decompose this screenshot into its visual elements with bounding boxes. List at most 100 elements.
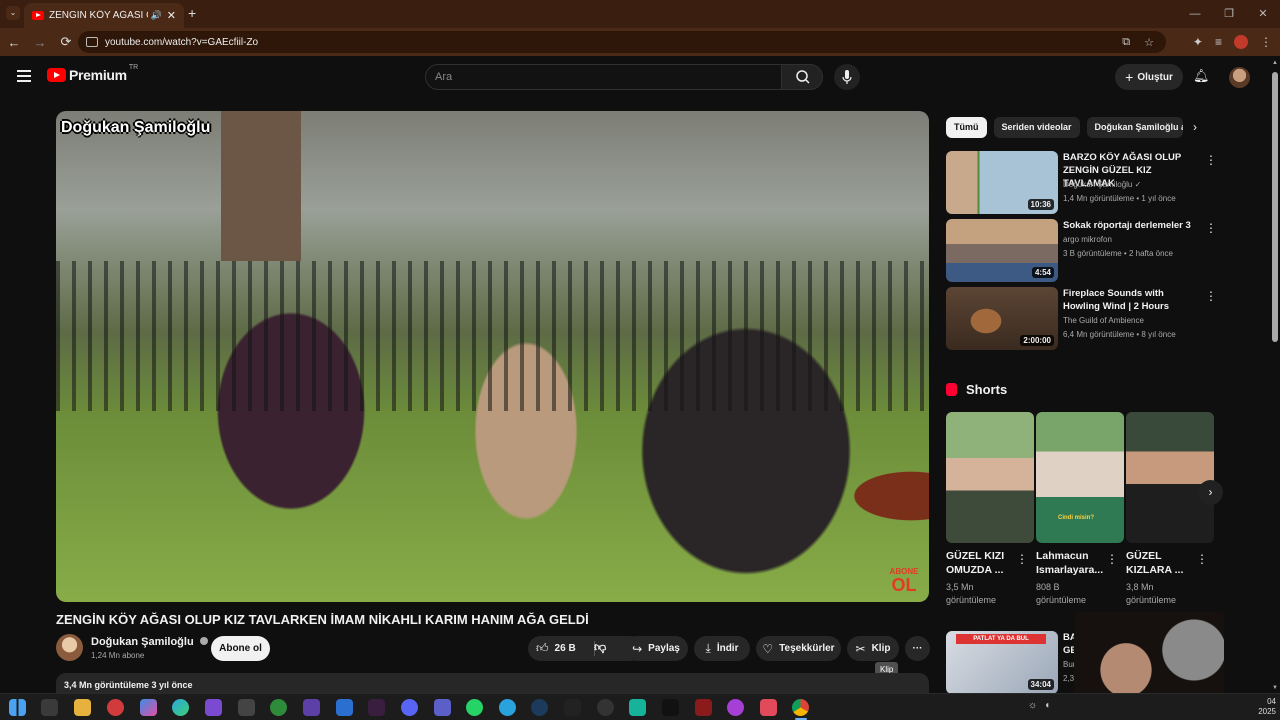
task-view-icon[interactable]	[41, 699, 58, 716]
chip-series[interactable]: Seriden videolar	[993, 117, 1080, 138]
scrollbar-thumb[interactable]	[1272, 72, 1278, 342]
clock[interactable]: 04 2025	[1258, 697, 1276, 717]
search-button[interactable]	[781, 64, 823, 90]
new-tab-button[interactable]: +	[188, 5, 196, 21]
extensions-icon[interactable]: ✦	[1193, 35, 1203, 49]
file-explorer-icon[interactable]	[74, 699, 91, 716]
telegram-icon[interactable]	[499, 699, 516, 716]
channel-name-row[interactable]: Doğukan Şamiloğlu	[91, 636, 208, 648]
recommendation-thumbnail[interactable]: 10:36	[946, 151, 1058, 214]
brightness-icon[interactable]: ☼	[1028, 700, 1037, 711]
short-title[interactable]: Lahmacun Ismarlayara...	[1036, 549, 1108, 577]
reload-button[interactable]: ⟳	[54, 34, 78, 50]
notifications-bell-icon[interactable]: 🔔︎	[1193, 68, 1210, 84]
browser-tab-active[interactable]: ZENGİN KÖY AĞASI OLUP K 🔊 ✕	[24, 3, 184, 28]
bookmark-star-icon[interactable]: ☆	[1144, 36, 1154, 49]
subscribe-button[interactable]: Abone ol	[211, 636, 270, 661]
kebab-menu-icon[interactable]: ⋮	[1016, 552, 1028, 566]
channel-avatar[interactable]	[56, 634, 83, 661]
clip-button[interactable]: ✂ Klip	[847, 636, 899, 661]
youtube-premium-logo[interactable]: Premium TR	[47, 64, 138, 83]
app-icon-8[interactable]	[695, 699, 712, 716]
shorts-next-chevron-icon[interactable]: ›	[1198, 480, 1223, 505]
hamburger-menu-icon[interactable]	[17, 70, 31, 85]
forward-button[interactable]: →	[28, 35, 52, 50]
short-title[interactable]: GÜZEL KIZI OMUZDA ...	[946, 549, 1018, 577]
tab-close-icon[interactable]: ✕	[167, 9, 176, 22]
media-controls-icon[interactable]: ≡	[1215, 35, 1222, 49]
short-item[interactable]: Cindi misin? Lahmacun Ismarlayara... 808…	[1036, 412, 1124, 607]
channel-name[interactable]: Doğukan Şamiloğlu	[91, 636, 194, 648]
kebab-menu-icon[interactable]: ⋮	[1106, 552, 1118, 566]
page-scrollbar[interactable]: ▲ ▼	[1270, 56, 1280, 693]
short-title[interactable]: GÜZEL KIZLARA ...	[1126, 549, 1198, 577]
chevron-right-icon[interactable]: ›	[1193, 120, 1197, 134]
menu-kebab-icon[interactable]: ⋮	[1260, 35, 1272, 49]
whatsapp-icon[interactable]	[466, 699, 483, 716]
video-player[interactable]: Doğukan Şamiloğlu ABONE OL	[56, 111, 929, 602]
short-thumbnail[interactable]: Cindi misin?	[1036, 412, 1124, 543]
copilot-icon[interactable]	[140, 699, 157, 716]
short-item[interactable]: GÜZEL KIZLARA ... 3,8 Mn görüntüleme ⋮	[1126, 412, 1214, 607]
windows-start-icon[interactable]	[9, 699, 26, 716]
discord-icon[interactable]	[401, 699, 418, 716]
recommendation-thumbnail[interactable]: 2:00:00	[946, 287, 1058, 350]
kebab-menu-icon[interactable]: ⋮	[1205, 153, 1217, 167]
thumbs-up-icon[interactable]: 👍︎	[536, 641, 549, 656]
recommendation-title[interactable]: Sokak röportajı derlemeler 3	[1063, 219, 1203, 232]
edge-icon[interactable]	[172, 699, 189, 716]
scroll-down-icon[interactable]: ▼	[1272, 685, 1278, 691]
scroll-up-icon[interactable]: ▲	[1272, 60, 1278, 66]
thumbs-down-icon[interactable]: 👎︎	[594, 640, 606, 655]
tab-search-button[interactable]: ⌄	[6, 6, 20, 20]
recommendation-item[interactable]: 4:54 Sokak röportajı derlemeler 3 argo m…	[946, 219, 1217, 282]
kebab-menu-icon[interactable]: ⋮	[1205, 289, 1217, 303]
app-icon-10[interactable]	[760, 699, 777, 716]
app-icon-9[interactable]	[727, 699, 744, 716]
xbox-icon[interactable]	[270, 699, 287, 716]
site-info-icon[interactable]	[86, 37, 98, 47]
document-icon[interactable]	[336, 699, 353, 716]
tiktok-icon[interactable]	[662, 699, 679, 716]
app-icon-6[interactable]	[597, 699, 614, 716]
chip-channel[interactable]: Doğukan Şamiloğlu a	[1086, 117, 1183, 138]
profile-avatar[interactable]	[1234, 35, 1248, 49]
recommendation-title[interactable]: Fireplace Sounds with Howling Wind | 2 H…	[1063, 287, 1203, 313]
create-button[interactable]: + Oluştur	[1115, 64, 1183, 90]
download-button[interactable]: ⤓ İndir	[694, 636, 750, 661]
recommendation-thumbnail[interactable]: PATLAT YA DA BUL 34:04	[946, 631, 1058, 694]
restore-icon[interactable]: ❐	[1212, 0, 1246, 28]
thanks-button[interactable]: ♡ Teşekkürler	[756, 636, 841, 661]
chip-all[interactable]: Tümü	[946, 117, 987, 138]
back-button[interactable]: ←	[2, 35, 26, 50]
app-icon-7[interactable]	[629, 699, 646, 716]
share-button[interactable]: ↪ Paylaş	[624, 636, 688, 661]
short-thumbnail[interactable]	[1126, 412, 1214, 543]
account-avatar[interactable]	[1229, 67, 1250, 88]
app-icon-1[interactable]	[107, 699, 124, 716]
steam-icon[interactable]	[531, 699, 548, 716]
app-icon-5[interactable]	[368, 699, 385, 716]
kebab-menu-icon[interactable]: ⋮	[1205, 221, 1217, 235]
short-thumbnail[interactable]	[946, 412, 1034, 543]
more-actions-button[interactable]: ···	[905, 636, 930, 661]
chrome-icon[interactable]	[792, 699, 809, 716]
minimize-icon[interactable]: —	[1178, 0, 1212, 28]
app-icon-4[interactable]	[303, 699, 320, 716]
address-bar[interactable]: youtube.com/watch?v=GAEcfiil-Zo ⧉ ☆	[78, 31, 1166, 53]
install-app-icon[interactable]: ⧉	[1122, 36, 1130, 49]
recommendation-thumbnail[interactable]: 4:54	[946, 219, 1058, 282]
app-tray-icon[interactable]: ◖	[1044, 700, 1050, 711]
kebab-menu-icon[interactable]: ⋮	[1196, 552, 1208, 566]
close-window-icon[interactable]: ✕	[1246, 0, 1280, 28]
voice-search-button[interactable]	[834, 64, 860, 90]
epic-games-icon[interactable]	[564, 699, 581, 716]
recommendation-item[interactable]: 2:00:00 Fireplace Sounds with Howling Wi…	[946, 287, 1217, 350]
teams-icon[interactable]	[434, 699, 451, 716]
recommendation-item[interactable]: 10:36 BARZO KÖY AĞASI OLUP ZENGİN GÜZEL …	[946, 151, 1217, 214]
app-icon-2[interactable]	[205, 699, 222, 716]
app-icon-3[interactable]	[238, 699, 255, 716]
like-count[interactable]: 26 B	[555, 643, 576, 654]
short-item[interactable]: GÜZEL KIZI OMUZDA ... 3,5 Mn görüntüleme…	[946, 412, 1034, 607]
search-input[interactable]: Ara	[425, 64, 782, 90]
